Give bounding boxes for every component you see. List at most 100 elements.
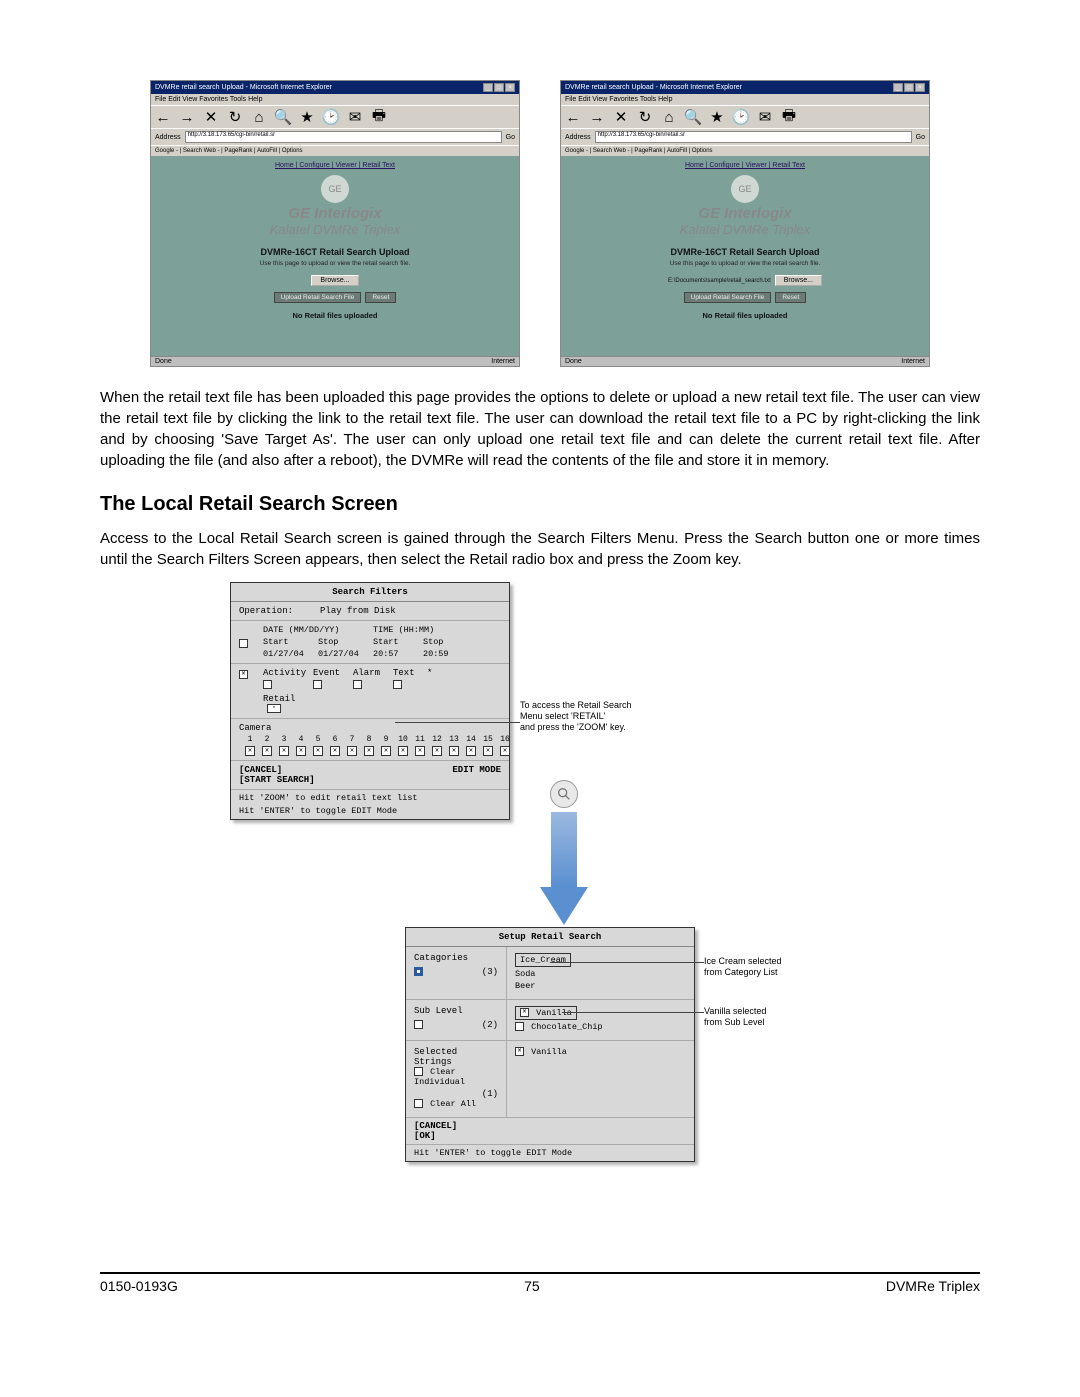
status-right: Internet	[491, 358, 515, 365]
categories-checkbox[interactable]	[414, 967, 423, 976]
back-icon[interactable]: ←	[565, 108, 581, 126]
stop-icon[interactable]: ✕	[203, 108, 219, 126]
reset-button[interactable]: Reset	[775, 292, 806, 303]
clear-individual-checkbox[interactable]	[414, 1067, 423, 1076]
cam-cb-5[interactable]: ✕	[313, 746, 323, 756]
category-item[interactable]: Soda	[515, 969, 686, 979]
reset-button[interactable]: Reset	[365, 292, 396, 303]
page-tabs[interactable]: Home | Configure | Viewer | Retail Text	[155, 162, 515, 169]
cam-cb-4[interactable]: ✕	[296, 746, 306, 756]
cancel-button[interactable]: [CANCEL]	[239, 765, 315, 775]
sublevel-item[interactable]: Chocolate_Chip	[515, 1022, 686, 1032]
cam-num-11: 11	[413, 735, 427, 744]
print-icon[interactable]: 🖶	[371, 108, 387, 126]
status-bar: Done Internet	[151, 356, 519, 366]
cancel-button[interactable]: [CANCEL]	[414, 1121, 686, 1131]
datetime-checkbox[interactable]	[239, 639, 248, 648]
selected-string-item[interactable]: Vanilla	[515, 1047, 686, 1057]
favorites-icon[interactable]: ★	[709, 108, 725, 126]
cam-cb-10[interactable]: ✕	[398, 746, 408, 756]
back-icon[interactable]: ←	[155, 108, 171, 126]
brand-text-2: Kalatel DVMRe Triplex	[565, 222, 925, 237]
history-icon[interactable]: 🕑	[323, 108, 339, 126]
cam-cb-11[interactable]: ✕	[415, 746, 425, 756]
date-stop-value[interactable]: 01/27/04	[318, 649, 373, 659]
camera-label: Camera	[239, 723, 501, 733]
sublevel-item-checkbox[interactable]	[515, 1022, 524, 1031]
favorites-icon[interactable]: ★	[299, 108, 315, 126]
cam-cb-13[interactable]: ✕	[449, 746, 459, 756]
page-tabs[interactable]: Home | Configure | Viewer | Retail Text	[565, 162, 925, 169]
cam-cb-9[interactable]: ✕	[381, 746, 391, 756]
minimize-button[interactable]: _	[483, 83, 493, 92]
cam-cb-16[interactable]: ✕	[500, 746, 510, 756]
brand-text-1: GE Interlogix	[565, 205, 925, 222]
filter-types-checkbox[interactable]	[239, 670, 248, 679]
time-start-value[interactable]: 20:57	[373, 649, 423, 659]
time-stop-value[interactable]: 20:59	[423, 649, 449, 659]
refresh-icon[interactable]: ↻	[637, 108, 653, 126]
home-icon[interactable]: ⌂	[661, 108, 677, 126]
category-item-selected[interactable]: Ice_Cream	[515, 953, 571, 967]
clear-all-checkbox[interactable]	[414, 1099, 423, 1108]
cam-cb-6[interactable]: ✕	[330, 746, 340, 756]
annotation-line: and press the 'ZOOM' key.	[520, 722, 640, 733]
browse-button[interactable]: Browse...	[311, 275, 358, 286]
close-button[interactable]: ×	[505, 83, 515, 92]
date-start-value[interactable]: 01/27/04	[263, 649, 318, 659]
ok-button[interactable]: [OK]	[414, 1131, 686, 1141]
forward-icon[interactable]: →	[179, 108, 195, 126]
minimize-button[interactable]: _	[893, 83, 903, 92]
event-checkbox[interactable]	[313, 680, 322, 689]
text-checkbox[interactable]	[393, 680, 402, 689]
cam-cb-3[interactable]: ✕	[279, 746, 289, 756]
cam-num-8: 8	[362, 735, 376, 744]
address-input[interactable]: http://3.18.173.65/cgi-bin/retail.sr	[595, 131, 912, 143]
brand-text-1: GE Interlogix	[155, 205, 515, 222]
cam-num-3: 3	[277, 735, 291, 744]
maximize-button[interactable]: □	[494, 83, 504, 92]
print-icon[interactable]: 🖶	[781, 108, 797, 126]
upload-button[interactable]: Upload Retail Search File	[274, 292, 362, 303]
start-search-button[interactable]: [START SEARCH]	[239, 775, 315, 785]
menu-bar[interactable]: File Edit View Favorites Tools Help	[151, 94, 519, 105]
go-button[interactable]: Go	[506, 134, 515, 141]
retail-radio[interactable]: ▫	[267, 704, 281, 713]
cam-cb-7[interactable]: ✕	[347, 746, 357, 756]
search-icon[interactable]: 🔍	[275, 108, 291, 126]
category-item[interactable]: Beer	[515, 981, 686, 991]
menu-bar[interactable]: File Edit View Favorites Tools Help	[561, 94, 929, 105]
mail-icon[interactable]: ✉	[347, 108, 363, 126]
sublevel-checkbox[interactable]	[414, 1020, 423, 1029]
activity-checkbox[interactable]	[263, 680, 272, 689]
browse-button[interactable]: Browse...	[775, 275, 822, 286]
links-bar[interactable]: Google - | Search Web - | PageRank | Aut…	[151, 145, 519, 156]
selected-string-checkbox[interactable]	[515, 1047, 524, 1056]
mail-icon[interactable]: ✉	[757, 108, 773, 126]
sublevel-item-selected[interactable]: Vanilla	[515, 1006, 577, 1020]
go-button[interactable]: Go	[916, 134, 925, 141]
refresh-icon[interactable]: ↻	[227, 108, 243, 126]
alarm-checkbox[interactable]	[353, 680, 362, 689]
upload-button[interactable]: Upload Retail Search File	[684, 292, 772, 303]
cam-cb-15[interactable]: ✕	[483, 746, 493, 756]
annotation-retail-access: To access the Retail Search Menu select …	[520, 700, 640, 732]
sublevel-item-checkbox[interactable]	[520, 1008, 529, 1017]
search-icon[interactable]: 🔍	[685, 108, 701, 126]
links-bar[interactable]: Google - | Search Web - | PageRank | Aut…	[561, 145, 929, 156]
cam-cb-8[interactable]: ✕	[364, 746, 374, 756]
cam-cb-2[interactable]: ✕	[262, 746, 272, 756]
history-icon[interactable]: 🕑	[733, 108, 749, 126]
brand-text-2: Kalatel DVMRe Triplex	[155, 222, 515, 237]
home-icon[interactable]: ⌂	[251, 108, 267, 126]
cam-cb-1[interactable]: ✕	[245, 746, 255, 756]
maximize-button[interactable]: □	[904, 83, 914, 92]
stop-icon[interactable]: ✕	[613, 108, 629, 126]
address-input[interactable]: http://3.18.173.65/cgi-bin/retail.sr	[185, 131, 502, 143]
sublevel-count: (2)	[482, 1020, 498, 1030]
close-button[interactable]: ×	[915, 83, 925, 92]
forward-icon[interactable]: →	[589, 108, 605, 126]
cam-cb-14[interactable]: ✕	[466, 746, 476, 756]
cam-cb-12[interactable]: ✕	[432, 746, 442, 756]
cam-num-16: 16	[498, 735, 512, 744]
